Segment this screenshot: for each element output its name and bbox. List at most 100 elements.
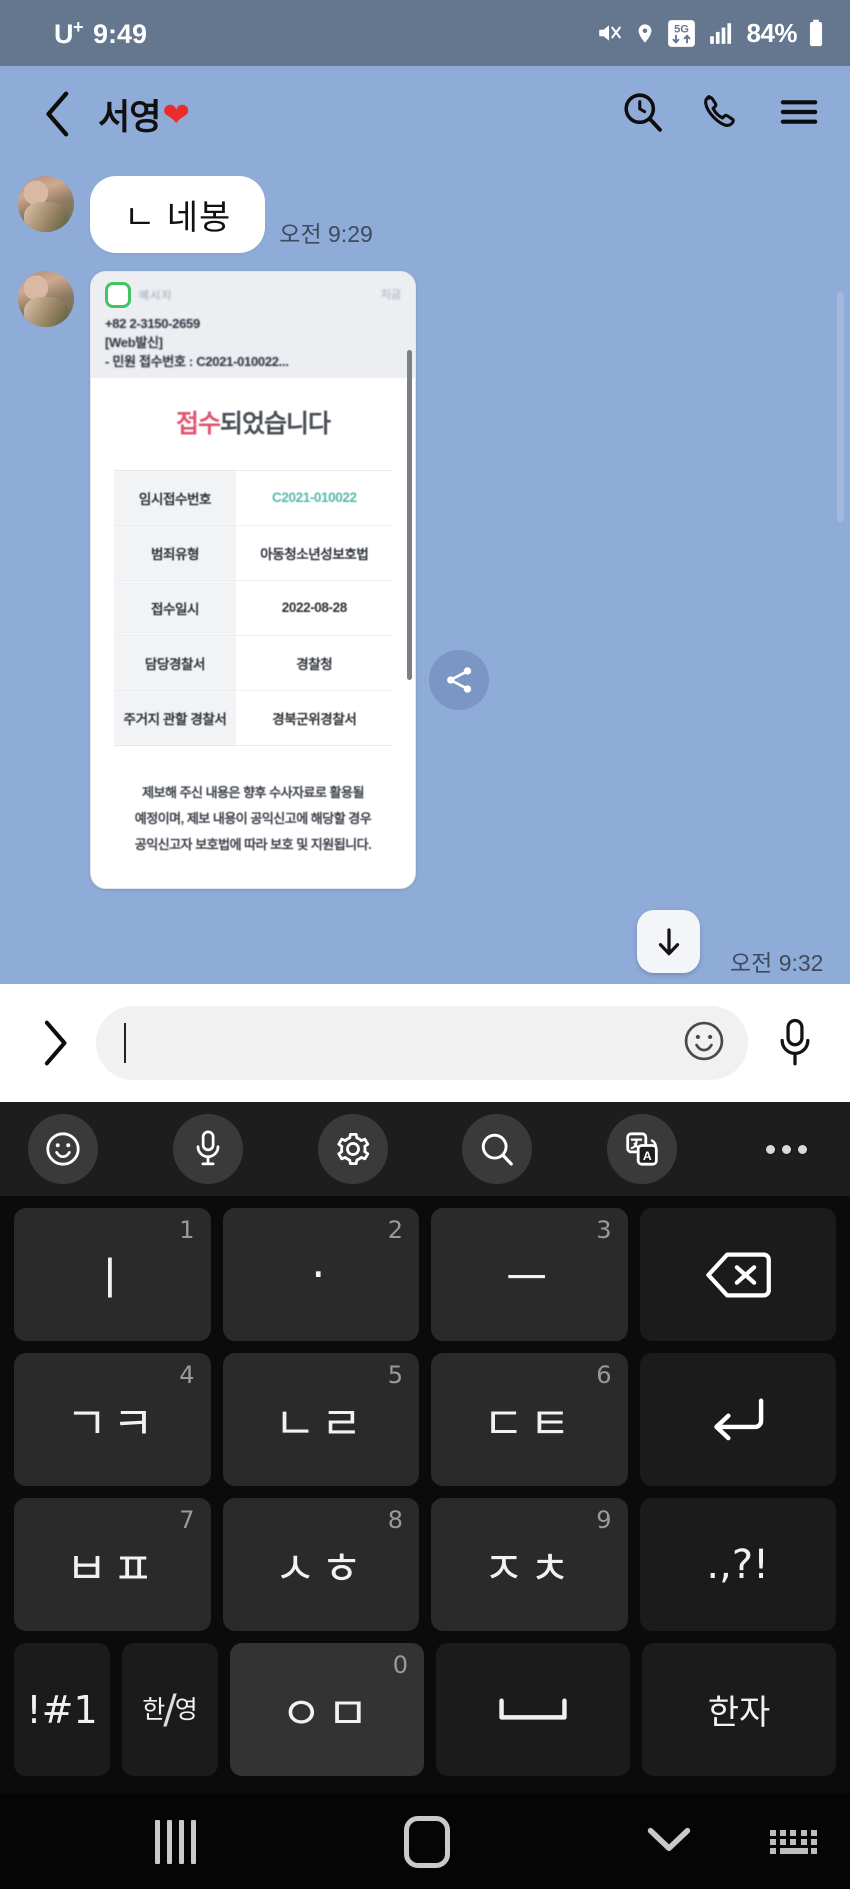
share-button[interactable] (429, 650, 489, 710)
message-bubble[interactable]: ㄴ 네봉 (90, 176, 266, 253)
more-options-button[interactable] (752, 1114, 822, 1184)
expand-attachments-button[interactable] (26, 1020, 84, 1066)
status-bar-right: 5G 84% (595, 18, 824, 49)
receipt-heading-rest: 되었습니다 (220, 409, 331, 438)
key-siot-hieut[interactable]: 8 ㅅㅎ (222, 1498, 419, 1631)
key-vowel-eu[interactable]: 3 ㅡ (431, 1208, 628, 1341)
chat-room-name: 서영 (98, 97, 161, 137)
table-cell-value: C2021-010022 (236, 469, 393, 526)
carrier-label: U+ (54, 16, 84, 49)
signal-bars-icon (707, 20, 735, 46)
avatar[interactable] (18, 271, 74, 327)
sms-sender-lines: +82 2-3150-2659 [Web발신] - 민원 접수번호 : C202… (105, 315, 401, 372)
sms-line-origin: [Web발신] (105, 334, 163, 350)
receipt-note: 제보해 주신 내용은 향후 수사자료로 활용될 예정이며, 제보 내용이 공익신… (91, 746, 415, 884)
voice-input-button[interactable] (172, 1114, 243, 1184)
microphone-icon[interactable] (766, 1017, 824, 1069)
page-title: 서영 ❤ (98, 89, 190, 140)
recents-icon[interactable] (155, 1819, 196, 1864)
backspace-key[interactable] (639, 1208, 836, 1341)
sms-app-row: 메시지 (105, 282, 401, 308)
note-line-1: 제보해 주신 내용은 향후 수사자료로 활용될 (142, 784, 364, 800)
message-input-field[interactable] (96, 1006, 748, 1080)
emoji-smile-icon[interactable] (682, 1019, 726, 1068)
kbd-dot (780, 1838, 787, 1845)
android-navigation-bar (0, 1794, 850, 1889)
battery-icon (808, 19, 824, 47)
sms-line-receipt: - 민원 접수번호 : C2021-010022... (105, 353, 289, 369)
back-button[interactable] (36, 91, 80, 137)
menu-icon[interactable] (778, 95, 820, 134)
keyboard-keys: 1 ㅣ 2 · 3 ㅡ 4 ㄱㅋ 5 ㄴㄹ 6 ㄷㅌ 7 ㅂㅍ 8 ㅅㅎ 9 ㅈ… (0, 1196, 850, 1786)
symbols-key[interactable]: !#1 (14, 1643, 110, 1776)
kbd-dot (790, 1838, 797, 1845)
key-label: ㅈㅊ (482, 1542, 576, 1595)
kbd-dot (770, 1838, 776, 1845)
language-toggle-key[interactable]: 한 / 영 (122, 1643, 218, 1776)
screenshot-inner-scrollbar (407, 350, 412, 680)
key-ieung-mieum[interactable]: 0 ㅇㅁ (230, 1643, 424, 1776)
hide-keyboard-icon[interactable] (645, 1822, 693, 1861)
key-bieup-pieup[interactable]: 7 ㅂㅍ (14, 1498, 211, 1631)
receipt-body: 접수되었습니다 임시접수번호 C2021-010022 범죄유형 아동청소년성보… (91, 377, 415, 888)
emoji-sticker-button[interactable] (28, 1114, 98, 1184)
key-nieun-rieul[interactable]: 5 ㄴㄹ (222, 1353, 419, 1486)
key-label: ㅣ (89, 1252, 136, 1305)
key-vowel-i[interactable]: 1 ㅣ (14, 1208, 211, 1341)
keyboard-switch-icon[interactable] (770, 1829, 818, 1854)
table-cell-value: 아동청소년성보호법 (236, 524, 393, 581)
recents-bar (155, 1819, 160, 1864)
table-cell-key: 담당경찰서 (113, 634, 237, 691)
kbd-dot (780, 1829, 787, 1836)
lang-bottom: 영 (174, 1695, 198, 1724)
table-row: 임시접수번호 C2021-010022 (113, 469, 393, 526)
sms-time-label: 지금 (380, 289, 401, 301)
key-digeut-tieut[interactable]: 6 ㄷㅌ (431, 1353, 628, 1486)
space-key[interactable] (436, 1643, 630, 1776)
call-icon[interactable] (700, 91, 742, 138)
keyboard-settings-button[interactable] (317, 1114, 388, 1184)
translate-button[interactable]: A (607, 1114, 678, 1184)
message-app-icon (105, 282, 131, 308)
keyboard-search-button[interactable] (462, 1114, 533, 1184)
carrier-superscript: + (73, 16, 84, 37)
home-icon[interactable] (404, 1815, 450, 1868)
key-label: ㄱㅋ (65, 1397, 159, 1450)
more-dot (798, 1144, 808, 1154)
key-number: 8 (387, 1506, 403, 1534)
status-clock: 9:49 (93, 18, 148, 49)
heart-emoji-icon: ❤ (162, 95, 190, 133)
text-caret (124, 1023, 126, 1063)
key-giyeok-kieuk[interactable]: 4 ㄱㅋ (14, 1353, 211, 1486)
chat-message-list[interactable]: ㄴ 네봉 오전 9:29 메시지 지금 +82 2-3150-2659 [Web… (0, 162, 850, 984)
lang-top: 한 (142, 1695, 166, 1724)
image-message-bubble[interactable]: 메시지 지금 +82 2-3150-2659 [Web발신] - 민원 접수번호… (90, 271, 416, 889)
table-row: 주거지 관할 경찰서 경북군위경찰서 (113, 689, 393, 746)
receipt-table: 임시접수번호 C2021-010022 범죄유형 아동청소년성보호법 접수일시 … (113, 469, 393, 746)
chat-scrollbar[interactable] (837, 292, 844, 522)
svg-text:5G: 5G (675, 23, 690, 35)
hanja-key[interactable]: 한자 (642, 1643, 836, 1776)
key-jieut-chieut[interactable]: 9 ㅈㅊ (431, 1498, 628, 1631)
key-label: ㅇㅁ (280, 1687, 374, 1740)
note-line-2: 예정이며, 제보 내용이 공익신고에 해당할 경우 (134, 810, 372, 826)
location-icon (634, 20, 656, 47)
kbd-dot (770, 1829, 776, 1836)
key-number: 5 (387, 1361, 403, 1389)
status-bar: U+ 9:49 5G 84% (0, 0, 850, 66)
punctuation-key[interactable]: .,?! (639, 1498, 836, 1631)
chat-header: 서영 ❤ (0, 66, 850, 162)
scroll-to-bottom-button[interactable] (637, 910, 700, 973)
message-input-bar (0, 984, 850, 1102)
avatar[interactable] (18, 176, 74, 232)
keyboard-row: !#1 한 / 영 0 ㅇㅁ 한자 (14, 1643, 836, 1776)
header-actions (622, 91, 820, 138)
enter-key[interactable] (639, 1353, 836, 1486)
key-number: 9 (596, 1506, 612, 1534)
receipt-heading: 접수되었습니다 (91, 378, 415, 470)
table-row: 범죄유형 아동청소년성보호법 (113, 524, 393, 581)
key-vowel-dot[interactable]: 2 · (222, 1208, 419, 1341)
search-history-icon[interactable] (622, 91, 664, 138)
network-5g-icon: 5G (667, 19, 696, 48)
table-cell-key: 범죄유형 (113, 524, 237, 581)
